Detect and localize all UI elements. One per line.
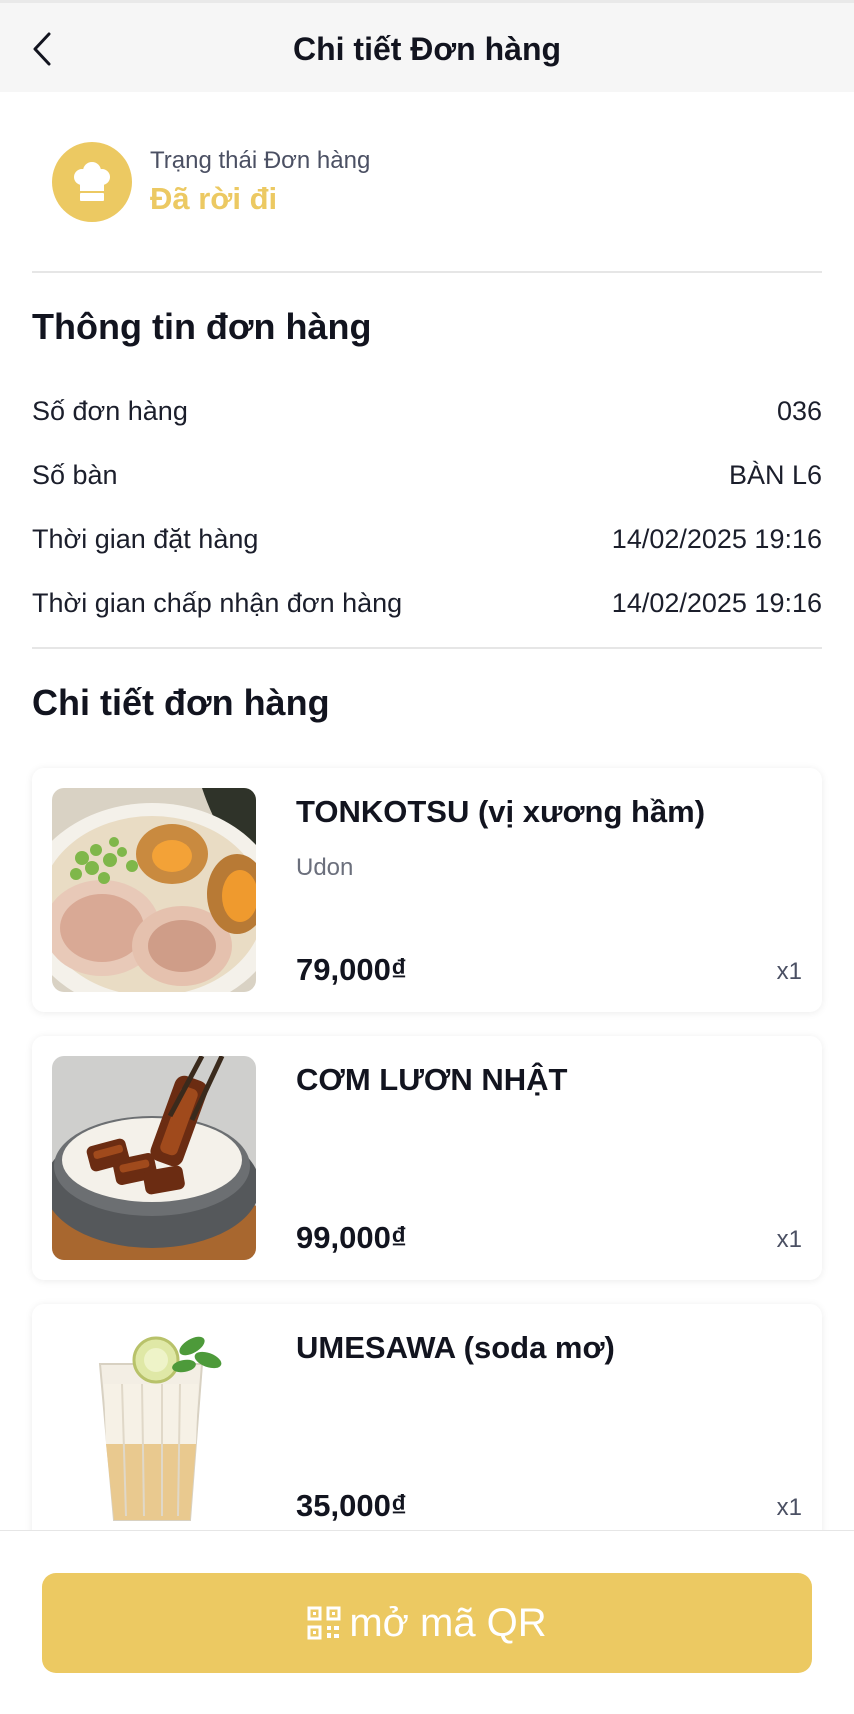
item-quantity: x1 (776, 1494, 802, 1521)
item-price: 79,000₫ (296, 952, 407, 987)
order-item-card[interactable]: CƠM LƯƠN NHẬT 99,000₫ x1 (32, 1036, 822, 1280)
divider (32, 647, 822, 649)
info-value: 14/02/2025 19:16 (611, 524, 822, 554)
open-qr-button[interactable]: mở mã QR (42, 1573, 812, 1673)
info-row-accept-time: Thời gian chấp nhận đơn hàng 14/02/2025 … (32, 588, 822, 619)
info-row-order-number: Số đơn hàng 036 (32, 396, 822, 427)
info-value: 14/02/2025 19:16 (611, 588, 822, 618)
order-info-title: Thông tin đơn hàng (32, 306, 372, 347)
info-value: BÀN L6 (728, 460, 822, 490)
chef-hat-icon (52, 142, 132, 222)
order-item-card[interactable]: TONKOTSU (vị xương hầm) Udon 79,000₫ x1 (32, 768, 822, 1012)
info-label: Số bàn (32, 460, 118, 490)
qr-code-icon (307, 1606, 341, 1640)
footer-bar: mở mã QR (0, 1530, 854, 1714)
info-row-table-number: Số bàn BÀN L6 (32, 460, 822, 491)
eel-rice-image (52, 1056, 256, 1260)
status-value: Đã rời đi (150, 181, 278, 216)
info-label: Số đơn hàng (32, 396, 188, 426)
item-price: 35,000₫ (296, 1488, 407, 1523)
soda-drink-image (52, 1324, 256, 1528)
page-title: Chi tiết Đơn hàng (292, 31, 562, 67)
item-quantity: x1 (776, 958, 802, 985)
header-bar: Chi tiết Đơn hàng (0, 0, 854, 92)
item-price: 99,000₫ (296, 1220, 407, 1255)
item-name: TONKOTSU (vị xương hầm) (296, 794, 706, 829)
info-label: Thời gian chấp nhận đơn hàng (32, 588, 403, 618)
item-quantity: x1 (776, 1226, 802, 1253)
ramen-image (52, 788, 256, 992)
info-row-order-time: Thời gian đặt hàng 14/02/2025 19:16 (32, 524, 822, 555)
item-name: UMESAWA (soda mơ) (296, 1330, 615, 1365)
order-item-card[interactable]: UMESAWA (soda mơ) 35,000₫ x1 (32, 1304, 822, 1548)
item-variant: Udon (296, 854, 354, 881)
info-label: Thời gian đặt hàng (32, 524, 259, 554)
order-status: Trạng thái Đơn hàng Đã rời đi (52, 142, 370, 222)
status-label: Trạng thái Đơn hàng (150, 147, 371, 174)
divider (32, 271, 822, 273)
open-qr-label: mở mã QR (349, 1600, 547, 1645)
order-details-title: Chi tiết đơn hàng (32, 682, 330, 723)
info-value: 036 (776, 396, 822, 426)
item-name: CƠM LƯƠN NHẬT (296, 1062, 568, 1097)
